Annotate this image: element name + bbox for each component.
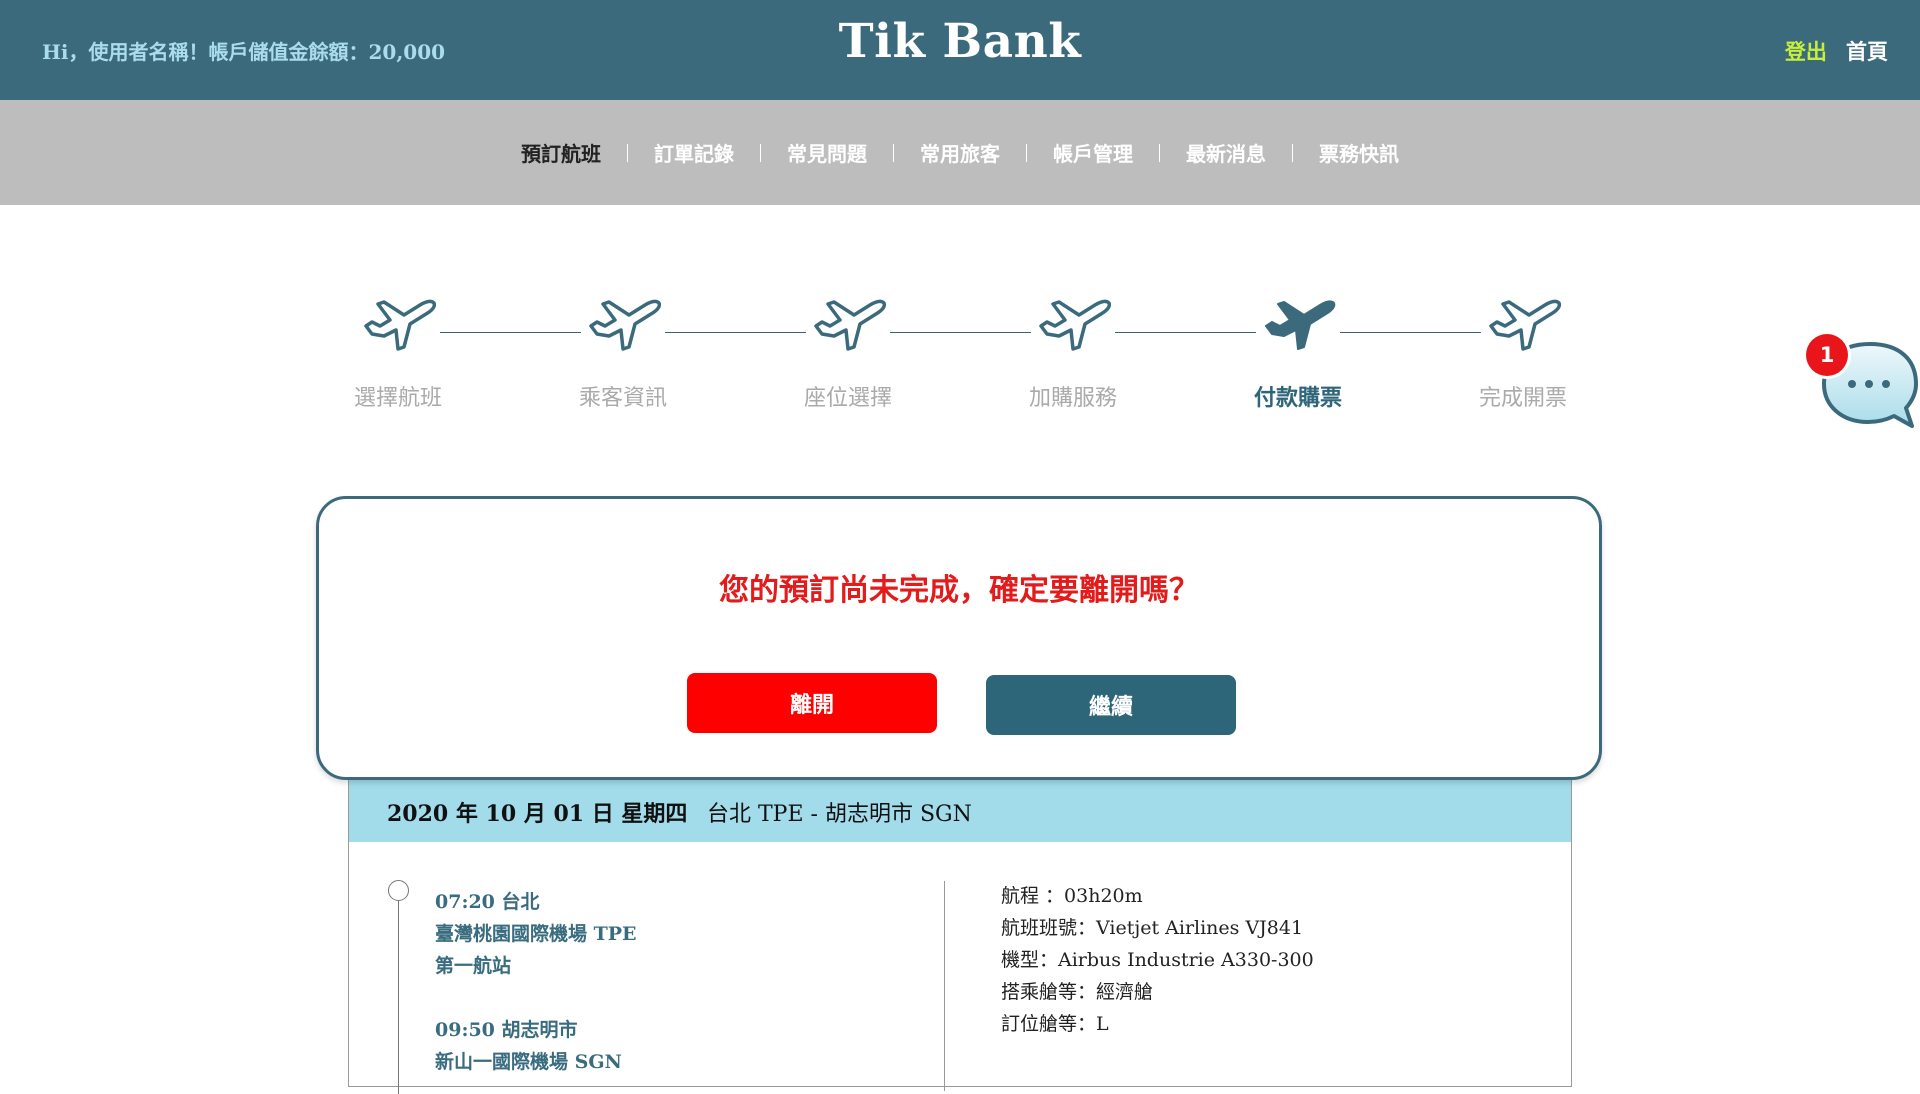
nav-item-faq[interactable]: 常見問題 xyxy=(761,138,893,167)
brand-logo[interactable]: Tik Bank xyxy=(0,14,1920,69)
flight-duration: 航程 ：03h20m xyxy=(1001,885,1143,907)
step-label: 加購服務 xyxy=(1028,386,1117,411)
continue-button[interactable]: 繼續 xyxy=(986,675,1236,735)
aircraft-type: 機型：Airbus Industrie A330-300 xyxy=(1001,949,1314,971)
cabin-class: 搭乘艙等：經濟艙 xyxy=(1001,981,1154,1003)
nav-item-frequent-travelers[interactable]: 常用旅客 xyxy=(894,138,1026,167)
airplane-icon xyxy=(806,290,890,360)
step-label: 選擇航班 xyxy=(353,386,442,411)
booking-progress: 選擇航班 乘客資訊 座位選擇 加購服務 付款購票 完成開票 xyxy=(0,290,1920,430)
flight-route: 台北 TPE - 胡志明市 SGN xyxy=(707,802,972,827)
top-links: 登出 首頁 xyxy=(1771,36,1888,66)
airplane-icon xyxy=(1256,290,1340,360)
departure-info: 07:20 台北 臺灣桃園國際機場 TPE 第一航站 xyxy=(435,886,637,982)
departure-terminal: 第一航站 xyxy=(435,955,512,977)
step-select-flight: 選擇航班 xyxy=(298,290,498,412)
departure-airport: 臺灣桃園國際機場 TPE xyxy=(435,923,637,945)
departure-time-city: 07:20 台北 xyxy=(435,891,540,913)
step-label: 付款購票 xyxy=(1253,386,1342,411)
itinerary-timeline xyxy=(398,884,399,1094)
airplane-icon xyxy=(1031,290,1115,360)
arrival-info: 09:50 胡志明市 新山一國際機場 SGN xyxy=(435,1014,622,1078)
flight-date: 2020 年 10 月 01 日 星期四 xyxy=(387,801,688,827)
step-label: 完成開票 xyxy=(1478,386,1567,411)
step-add-ons: 加購服務 xyxy=(973,290,1173,412)
arrival-time-city: 09:50 胡志明市 xyxy=(435,1019,578,1041)
step-label: 乘客資訊 xyxy=(578,386,667,411)
flight-details: 航程 ：03h20m 航班班號：Vietjet Airlines VJ841 機… xyxy=(1001,880,1314,1040)
timeline-dot xyxy=(388,880,409,901)
flight-number: 航班班號：Vietjet Airlines VJ841 xyxy=(1001,917,1304,939)
dialog-message: 您的預訂尚未完成，確定要離開嗎？ xyxy=(719,573,1199,608)
chat-unread-badge: 1 xyxy=(1806,334,1848,376)
arrival-airport: 新山一國際機場 SGN xyxy=(435,1051,622,1073)
nav-item-orders[interactable]: 訂單記錄 xyxy=(628,138,760,167)
top-bar: Hi，使用者名稱！帳戶儲值金餘額：20,000 Tik Bank 登出 首頁 xyxy=(0,0,1920,100)
nav-item-book-flight[interactable]: 預訂航班 xyxy=(495,138,627,167)
home-link[interactable]: 首頁 xyxy=(1846,40,1888,64)
logout-link[interactable]: 登出 xyxy=(1785,40,1827,64)
booking-class: 訂位艙等：L xyxy=(1001,1013,1109,1035)
nav-item-news[interactable]: 最新消息 xyxy=(1160,138,1292,167)
chat-widget[interactable]: 1 xyxy=(1806,334,1920,440)
airplane-icon xyxy=(356,290,440,360)
step-ticket-issued: 完成開票 xyxy=(1423,290,1623,412)
airplane-icon xyxy=(581,290,665,360)
airplane-icon xyxy=(1481,290,1565,360)
nav-item-ticket-alerts[interactable]: 票務快訊 xyxy=(1293,138,1425,167)
step-seat-selection: 座位選擇 xyxy=(748,290,948,412)
step-passenger-info: 乘客資訊 xyxy=(523,290,723,412)
nav-list: 預訂航班 訂單記錄 常見問題 常用旅客 帳戶管理 最新消息 票務快訊 xyxy=(0,100,1920,205)
nav-item-account[interactable]: 帳戶管理 xyxy=(1027,138,1159,167)
leave-confirm-dialog: 您的預訂尚未完成，確定要離開嗎？ 離開 繼續 xyxy=(316,496,1602,780)
flight-summary-card: 2020 年 10 月 01 日 星期四 台北 TPE - 胡志明市 SGN 0… xyxy=(348,765,1572,1094)
leave-button[interactable]: 離開 xyxy=(687,673,937,733)
main-nav: 預訂航班 訂單記錄 常見問題 常用旅客 帳戶管理 最新消息 票務快訊 xyxy=(0,100,1920,205)
step-label: 座位選擇 xyxy=(803,386,892,411)
step-payment: 付款購票 xyxy=(1198,290,1398,412)
card-divider xyxy=(944,881,945,1091)
